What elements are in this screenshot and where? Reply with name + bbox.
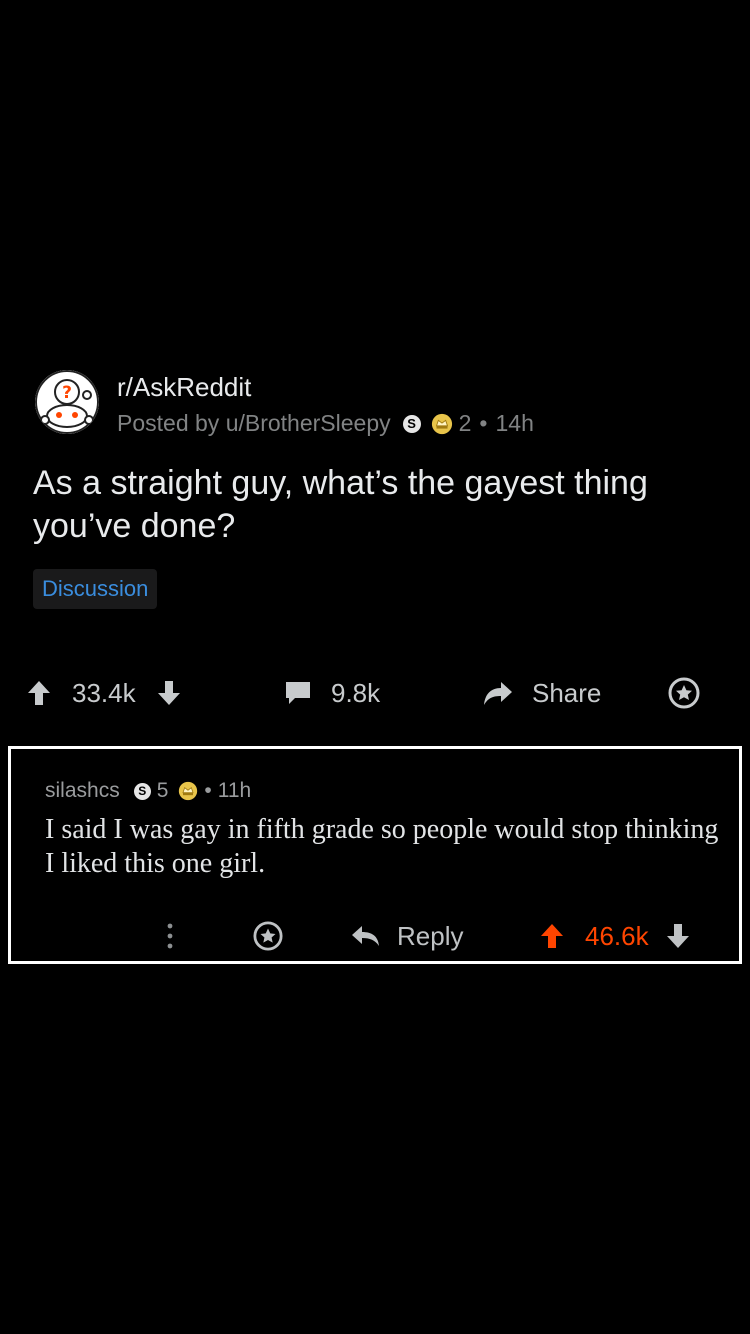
post-author[interactable]: u/BrotherSleepy: [226, 410, 391, 437]
more-options-icon: [167, 923, 173, 949]
post-score: 33.4k: [72, 677, 136, 708]
meta-separator: •: [479, 410, 488, 436]
post-title[interactable]: As a straight guy, what’s the gayest thi…: [33, 462, 723, 548]
highlighted-comment: silashcs S 5 • 11h I said I was gay in f…: [8, 746, 742, 964]
reply-icon: [352, 926, 379, 946]
share-label: Share: [532, 677, 602, 708]
meta-separator: •: [204, 779, 212, 802]
gold-award-icon: [431, 413, 452, 434]
post-age: 14h: [495, 410, 534, 436]
post-vote-group: 33.4k: [26, 668, 182, 718]
share-icon: [484, 682, 512, 705]
post-action-bar: 33.4k 9.8k Share: [0, 668, 750, 718]
subreddit-name[interactable]: r/AskReddit: [117, 372, 251, 403]
award-icon: [668, 677, 700, 709]
comment-vote-group: 46.6k: [539, 914, 691, 958]
upvote-active-icon[interactable]: [539, 922, 565, 950]
more-options-button[interactable]: [165, 914, 175, 958]
comment-count: 9.8k: [331, 677, 381, 708]
downvote-icon[interactable]: [665, 922, 691, 950]
post-flair[interactable]: Discussion: [33, 569, 158, 609]
silver-award-icon: S: [133, 782, 151, 800]
subreddit-avatar[interactable]: ?: [35, 370, 99, 434]
comment-award-button[interactable]: [253, 914, 283, 958]
comment-body: I said I was gay in fifth grade so peopl…: [45, 814, 719, 879]
comment-action-bar: Reply 46.6k: [11, 914, 739, 958]
award-button[interactable]: [668, 668, 700, 718]
comment-meta: silashcs S 5 • 11h: [45, 779, 251, 803]
reply-button[interactable]: Reply: [351, 914, 463, 958]
downvote-icon[interactable]: [156, 679, 182, 707]
post-award-count: 2: [458, 410, 472, 436]
gold-award-icon: [179, 781, 198, 801]
comment-icon: [286, 682, 310, 704]
award-icon: [253, 921, 283, 951]
comment-award-count: 5: [156, 779, 169, 802]
comment-age: 11h: [217, 779, 252, 802]
comment-author[interactable]: silashcs: [45, 779, 120, 803]
upvote-icon[interactable]: [26, 679, 52, 707]
silver-award-icon: S: [402, 414, 421, 433]
comment-score: 46.6k: [585, 920, 649, 951]
askreddit-logo-icon: ?: [35, 370, 99, 434]
posted-by-label: Posted by: [117, 410, 220, 436]
post-meta: Posted by u/BrotherSleepy S 2 • 14h: [117, 410, 534, 437]
comments-button[interactable]: 9.8k: [283, 668, 380, 718]
reply-label: Reply: [397, 920, 464, 951]
share-button[interactable]: Share: [482, 668, 601, 718]
svg-text:?: ?: [62, 383, 72, 403]
